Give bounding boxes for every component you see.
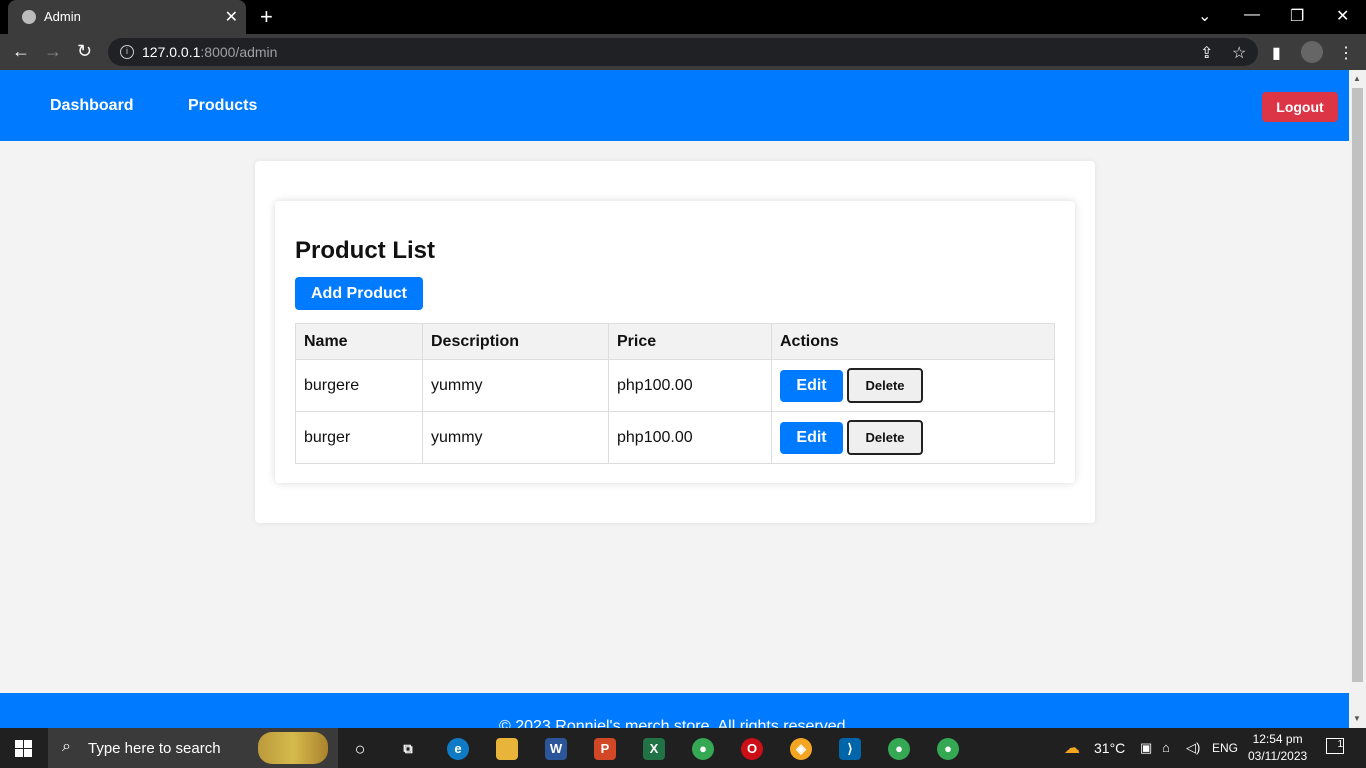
cell-description: yummy [422, 411, 609, 464]
browser-tab[interactable]: Admin ✕ [8, 0, 246, 34]
edit-button[interactable]: Edit [780, 421, 843, 454]
cell-actions: Edit Delete [771, 411, 1055, 464]
search-icon: ⌕ [62, 738, 71, 755]
column-header-name: Name [295, 323, 423, 360]
volume-icon[interactable]: ◁) [1186, 740, 1200, 756]
tab-search-icon[interactable]: ⌄ [1198, 6, 1211, 26]
reload-icon[interactable]: ↻ [77, 41, 92, 62]
page-scrollbar[interactable]: ▲ ▼ [1349, 70, 1366, 728]
cell-price: php100.00 [608, 359, 772, 412]
url-field[interactable]: i 127.0.0.1:8000/admin [108, 38, 1258, 66]
opera-icon[interactable]: O [741, 738, 763, 760]
footer-text: © 2023 Ronniel's merch store. All rights… [499, 718, 850, 728]
cell-name: burgere [295, 359, 423, 412]
url-text: 127.0.0.1:8000/admin [142, 44, 278, 60]
weather-icon[interactable]: ☁ [1064, 738, 1080, 758]
language-indicator[interactable]: ENG [1212, 741, 1238, 755]
taskbar-clock[interactable]: 12:54 pm 03/11/2023 [1248, 731, 1307, 765]
chrome-active-icon[interactable]: ● [937, 738, 959, 760]
back-icon[interactable]: ← [12, 41, 30, 62]
brave-icon[interactable]: ◈ [790, 738, 812, 760]
minimize-icon[interactable]: — [1244, 6, 1260, 24]
menu-dots-icon[interactable]: ⋮ [1338, 43, 1354, 63]
address-bar: ← → ↻ i 127.0.0.1:8000/admin ⇪ ☆ ▮ ⋮ [0, 34, 1366, 70]
table-row: burger yummy php100.00 Edit Delete [295, 411, 1055, 464]
edit-button[interactable]: Edit [780, 369, 843, 402]
scroll-down-icon[interactable]: ▼ [1353, 714, 1361, 723]
column-header-description: Description [422, 323, 609, 360]
excel-icon[interactable]: X [643, 738, 665, 760]
cell-description: yummy [422, 359, 609, 412]
clock-time: 12:54 pm [1252, 732, 1303, 746]
delete-button[interactable]: Delete [847, 420, 923, 455]
weather-temp[interactable]: 31°C [1094, 740, 1125, 756]
edge-icon[interactable]: e [447, 738, 469, 760]
search-highlight-art [258, 732, 328, 764]
windows-start-icon[interactable] [15, 740, 32, 757]
new-tab-button[interactable]: + [260, 4, 273, 30]
delete-button[interactable]: Delete [847, 368, 923, 403]
add-product-button[interactable]: Add Product [295, 277, 423, 310]
column-header-price: Price [608, 323, 772, 360]
file-explorer-icon[interactable] [496, 738, 518, 760]
column-header-actions: Actions [771, 323, 1055, 360]
logout-button[interactable]: Logout [1262, 92, 1338, 122]
bookmark-star-icon[interactable]: ☆ [1232, 43, 1246, 63]
tab-title: Admin [44, 9, 81, 24]
notification-icon[interactable]: 1 [1326, 738, 1344, 754]
vscode-icon[interactable]: ⟩ [839, 738, 861, 760]
chrome-icon[interactable]: ● [692, 738, 714, 760]
chrome-profile-icon[interactable]: ● [888, 738, 910, 760]
cortana-icon[interactable]: ○ [349, 738, 371, 760]
scroll-up-icon[interactable]: ▲ [1353, 74, 1361, 83]
share-icon[interactable]: ⇪ [1200, 43, 1213, 63]
cell-price: php100.00 [608, 411, 772, 464]
window-close-icon[interactable]: ✕ [1336, 6, 1349, 26]
restore-icon[interactable]: ❐ [1290, 6, 1304, 26]
task-view-icon[interactable]: ⧉ [397, 738, 419, 760]
search-placeholder: Type here to search [88, 740, 221, 757]
taskbar-search[interactable]: ⌕ Type here to search [48, 728, 338, 768]
windows-taskbar: ⌕ Type here to search ○ ⧉ e W P X ● O ◈ … [0, 728, 1366, 768]
product-table: Name Description Price Actions burgere y… [295, 323, 1055, 464]
forward-icon[interactable]: → [44, 41, 62, 62]
profile-avatar[interactable] [1301, 41, 1323, 63]
cell-actions: Edit Delete [771, 359, 1055, 412]
browser-tab-bar: Admin ✕ + ⌄ — ❐ ✕ [0, 0, 1366, 34]
page-title: Product List [295, 237, 436, 264]
clock-date: 03/11/2023 [1248, 749, 1308, 763]
table-row: burgere yummy php100.00 Edit Delete [295, 359, 1055, 412]
nav-products-link[interactable]: Products [188, 97, 257, 115]
side-panel-icon[interactable]: ▮ [1272, 43, 1281, 63]
site-footer: © 2023 Ronniel's merch store. All rights… [0, 693, 1349, 728]
site-navbar: Dashboard Products [0, 70, 1349, 141]
globe-icon [22, 10, 36, 24]
cell-name: burger [295, 411, 423, 464]
scrollbar-thumb[interactable] [1352, 88, 1363, 682]
word-icon[interactable]: W [545, 738, 567, 760]
nav-dashboard-link[interactable]: Dashboard [50, 97, 134, 115]
site-info-icon[interactable]: i [120, 45, 134, 59]
meet-now-icon[interactable]: ▣ [1140, 740, 1152, 756]
close-tab-icon[interactable]: ✕ [225, 7, 238, 27]
powerpoint-icon[interactable]: P [594, 738, 616, 760]
network-icon[interactable]: ⌂ [1162, 740, 1170, 755]
table-header-row: Name Description Price Actions [295, 323, 1055, 360]
